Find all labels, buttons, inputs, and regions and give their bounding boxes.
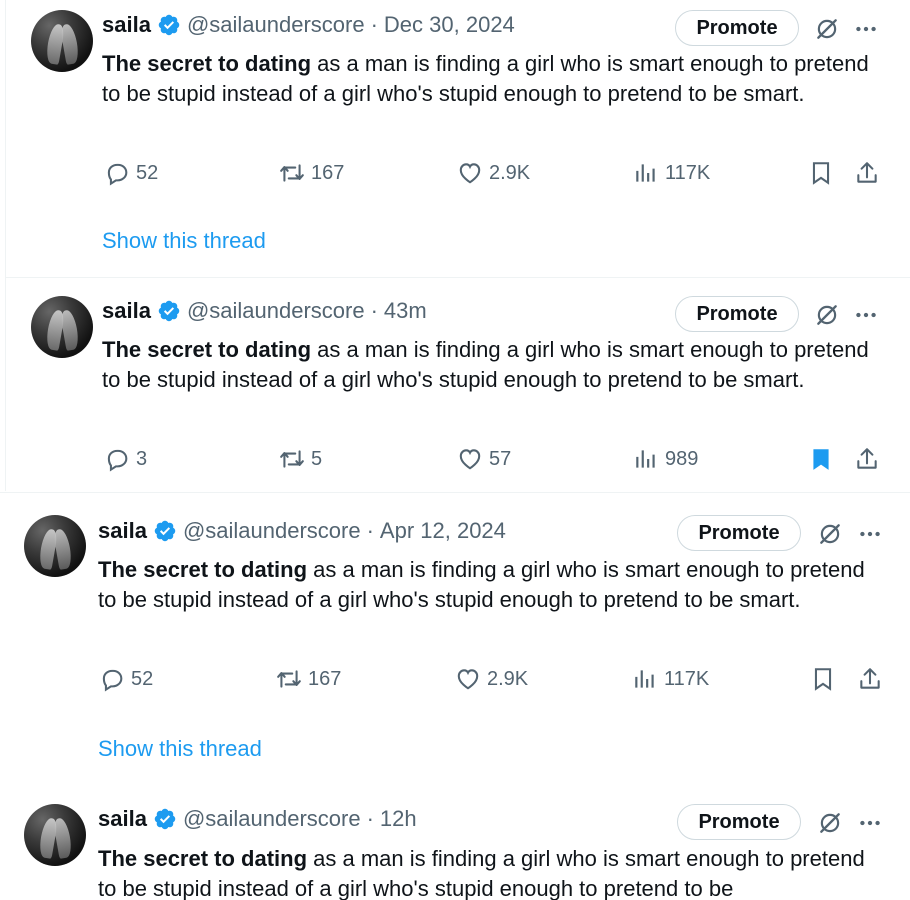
reply-icon	[104, 446, 130, 472]
reply-button[interactable]: 52	[104, 158, 158, 188]
avatar[interactable]	[24, 515, 86, 577]
reply-count: 52	[131, 667, 154, 690]
more-icon[interactable]	[857, 810, 883, 836]
separator: ·	[366, 518, 374, 543]
avatar[interactable]	[24, 804, 86, 866]
like-button[interactable]: 2.9K	[457, 158, 530, 188]
more-icon[interactable]	[853, 302, 879, 328]
tweet-text: The secret to dating as a man is finding…	[102, 49, 882, 109]
promote-button[interactable]: Promote	[677, 515, 801, 551]
timestamp[interactable]: 12h	[380, 806, 417, 832]
tweet-text-bold: The secret to dating	[98, 846, 308, 871]
bookmark-filled-icon[interactable]	[808, 446, 834, 472]
author-name[interactable]: saila	[98, 806, 147, 832]
tweet-text: The secret to dating as a man is finding…	[98, 555, 878, 615]
timestamp[interactable]: Dec 30, 2024	[384, 12, 515, 38]
verified-badge-icon	[153, 807, 177, 831]
more-icon[interactable]	[853, 16, 879, 42]
bookmark-icon[interactable]	[808, 160, 834, 186]
share-icon[interactable]	[857, 666, 883, 692]
repost-button[interactable]: 167	[276, 664, 341, 694]
grok-icon[interactable]	[817, 521, 843, 547]
repost-icon	[276, 666, 302, 692]
reply-count: 52	[136, 161, 159, 184]
avatar[interactable]	[31, 296, 93, 358]
like-count: 57	[489, 447, 512, 470]
like-count: 2.9K	[487, 667, 529, 690]
reply-count: 3	[136, 447, 148, 470]
separator: ·	[366, 806, 374, 831]
tweet-header: saila @sailaunderscore · Apr 12, 2024	[98, 516, 506, 546]
timestamp[interactable]: 43m	[384, 298, 427, 324]
reply-icon	[104, 160, 130, 186]
tweet[interactable]: saila @sailaunderscore · Apr 12, 2024 Pr…	[0, 492, 910, 786]
grok-icon[interactable]	[817, 810, 843, 836]
reply-button[interactable]: 3	[104, 444, 147, 474]
views-button[interactable]: 117K	[632, 664, 709, 694]
like-button[interactable]: 57	[457, 444, 511, 474]
grok-icon[interactable]	[814, 16, 840, 42]
like-icon	[457, 446, 483, 472]
author-handle[interactable]: @sailaunderscore	[187, 298, 365, 324]
separator: ·	[370, 298, 378, 323]
views-count: 117K	[664, 667, 710, 690]
repost-icon	[279, 446, 305, 472]
share-icon[interactable]	[854, 160, 880, 186]
tweet[interactable]: saila @sailaunderscore · 43m Promote The…	[5, 278, 910, 491]
show-thread-link[interactable]: Show this thread	[102, 228, 266, 254]
promote-button[interactable]: Promote	[675, 10, 799, 46]
verified-badge-icon	[157, 13, 181, 37]
repost-button[interactable]: 167	[279, 158, 344, 188]
tweet-header: saila @sailaunderscore · Dec 30, 2024	[102, 10, 515, 40]
promote-button[interactable]: Promote	[675, 296, 799, 332]
tweet-text-bold: The secret to dating	[98, 557, 308, 582]
views-icon	[632, 666, 658, 692]
author-handle[interactable]: @sailaunderscore	[187, 12, 365, 38]
repost-icon	[279, 160, 305, 186]
verified-badge-icon	[153, 519, 177, 543]
repost-count: 167	[311, 161, 345, 184]
verified-badge-icon	[157, 299, 181, 323]
author-name[interactable]: saila	[98, 518, 147, 544]
show-thread-link[interactable]: Show this thread	[98, 736, 262, 762]
views-button[interactable]: 117K	[633, 158, 710, 188]
promote-button[interactable]: Promote	[677, 804, 801, 840]
repost-button[interactable]: 5	[279, 444, 322, 474]
tweet[interactable]: saila @sailaunderscore · Dec 30, 2024 Pr…	[5, 0, 910, 278]
repost-count: 5	[311, 447, 323, 470]
author-name[interactable]: saila	[102, 298, 151, 324]
timestamp[interactable]: Apr 12, 2024	[380, 518, 506, 544]
author-handle[interactable]: @sailaunderscore	[183, 806, 361, 832]
bookmark-icon[interactable]	[810, 666, 836, 692]
views-count: 117K	[665, 161, 711, 184]
views-icon	[633, 446, 659, 472]
author-handle[interactable]: @sailaunderscore	[183, 518, 361, 544]
tweet[interactable]: saila @sailaunderscore · 12h Promote The…	[0, 785, 910, 900]
tweet-header: saila @sailaunderscore · 43m	[102, 296, 427, 326]
reply-icon	[99, 666, 125, 692]
views-icon	[633, 160, 659, 186]
like-button[interactable]: 2.9K	[455, 664, 528, 694]
author-name[interactable]: saila	[102, 12, 151, 38]
views-count: 989	[665, 447, 699, 470]
reply-button[interactable]: 52	[99, 664, 153, 694]
avatar[interactable]	[31, 10, 93, 72]
like-icon	[457, 160, 483, 186]
tweet-text: The secret to dating as a man is finding…	[102, 335, 882, 395]
tweet-text: The secret to dating as a man is finding…	[98, 844, 878, 900]
like-count: 2.9K	[489, 161, 531, 184]
like-icon	[455, 666, 481, 692]
tweet-text-bold: The secret to dating	[102, 51, 312, 76]
grok-icon[interactable]	[814, 302, 840, 328]
views-button[interactable]: 989	[633, 444, 698, 474]
tweet-header: saila @sailaunderscore · 12h	[98, 804, 417, 834]
separator: ·	[370, 12, 378, 37]
more-icon[interactable]	[857, 521, 883, 547]
share-icon[interactable]	[854, 446, 880, 472]
repost-count: 167	[308, 667, 342, 690]
tweet-text-bold: The secret to dating	[102, 337, 312, 362]
